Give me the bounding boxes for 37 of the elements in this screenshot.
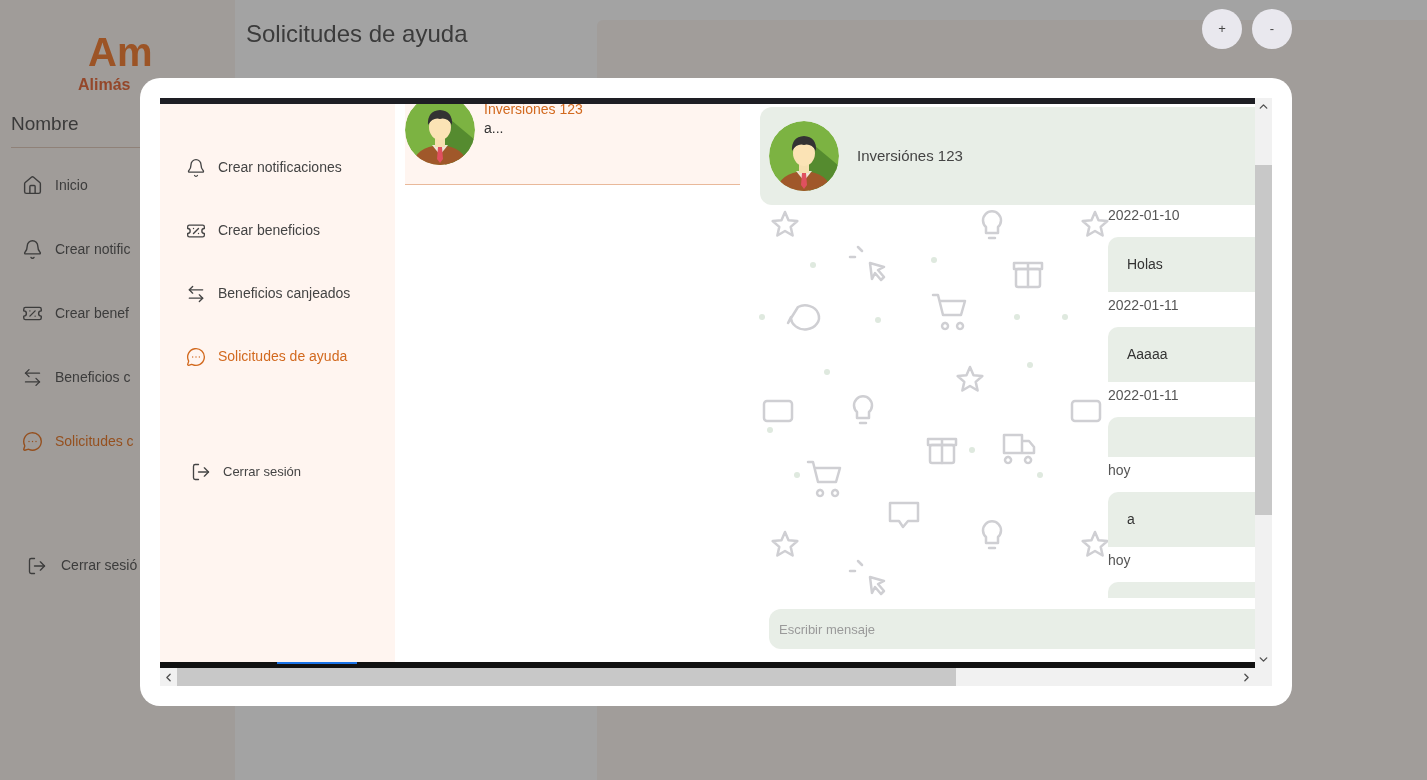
message-date: 2022-01-11 [1108, 296, 1180, 315]
sidebar-item[interactable]: Crear beneficios [160, 199, 395, 262]
vertical-scrollbar[interactable] [1255, 98, 1272, 668]
message-date: 2022-01-10 [1108, 206, 1181, 225]
message-bubble: Aaaaa [1108, 327, 1255, 382]
home-icon [22, 175, 43, 196]
message-bubble: a [1108, 492, 1255, 547]
chat-icon [22, 431, 43, 452]
message-date: hoy [1108, 461, 1132, 480]
sidebar-item[interactable]: Beneficios canjeados [160, 262, 395, 325]
message-date: hoy [1108, 551, 1132, 570]
contact-name: Inversiónes 123 [857, 145, 963, 166]
scrollbar-thumb[interactable] [177, 668, 956, 686]
logo-mark: Am [88, 30, 153, 74]
message-bubble: Holas [1108, 237, 1255, 292]
user-avatar [769, 121, 839, 191]
arrows-icon [22, 367, 43, 388]
scrollbar-thumb[interactable] [1255, 165, 1272, 515]
logout-icon [191, 462, 211, 482]
arrows-icon [186, 283, 206, 304]
contact-name: Inversiones 123 [484, 104, 583, 118]
zoom-button[interactable]: - [1252, 9, 1292, 49]
logout-item[interactable]: Cerrar sesión [160, 452, 395, 492]
message-date: 2022-01-11 [1108, 386, 1180, 405]
bell-icon [22, 239, 43, 260]
conversation-item[interactable]: Inversiones 123 a... [405, 104, 740, 185]
user-avatar [405, 104, 475, 165]
bell-icon [186, 157, 206, 178]
horizontal-scrollbar[interactable] [160, 668, 1255, 686]
message-input[interactable]: Escribir mensaje [769, 609, 1255, 649]
page-title: Solicitudes de ayuda [246, 19, 469, 49]
message-preview: a... [484, 119, 505, 138]
chat-icon [186, 346, 206, 367]
logout-icon [27, 555, 47, 576]
logo-name: Alimás [78, 75, 131, 95]
logout-item[interactable]: Cerrar sesió [0, 545, 235, 586]
zoom-button[interactable]: + [1202, 9, 1242, 49]
